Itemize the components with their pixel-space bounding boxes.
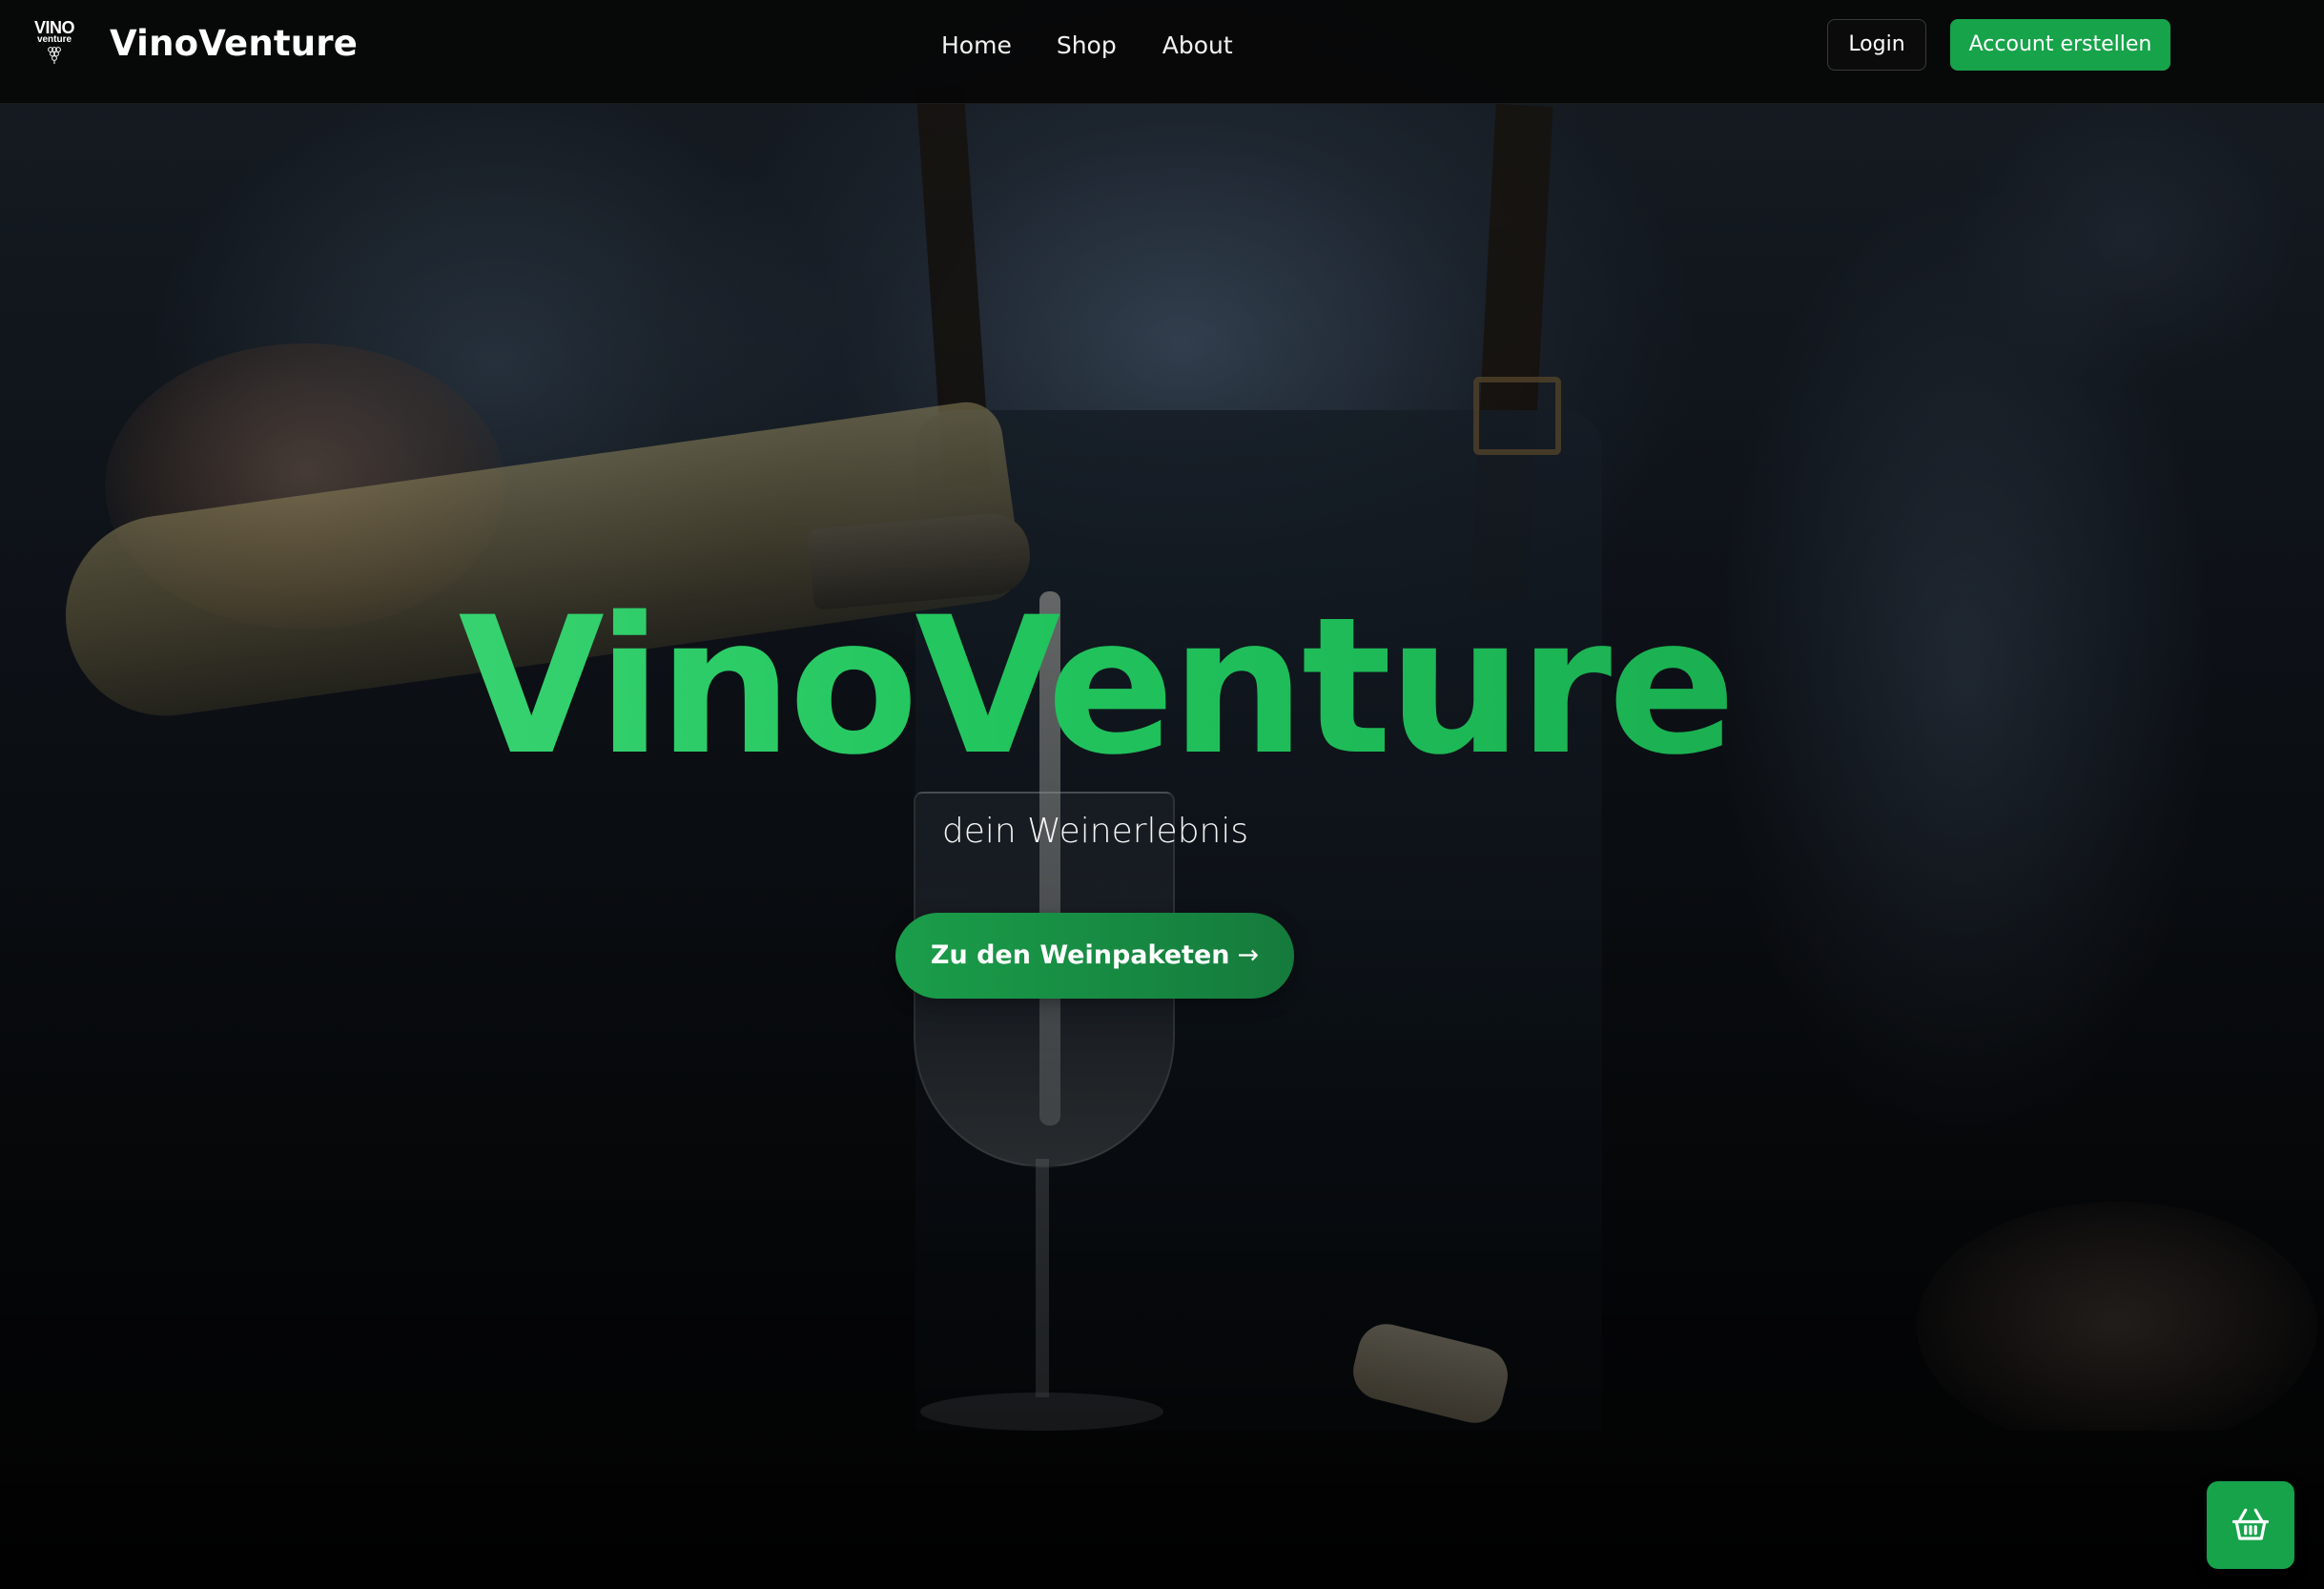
wine-packages-button[interactable]: Zu den Weinpaketen → [895,913,1294,999]
main-nav: Home Shop About [941,29,1233,63]
navbar: VINO venture VinoVenture Home Shop About… [0,0,2324,104]
brand-name[interactable]: VinoVenture [110,21,358,67]
hero-subtitle: dein Weinerlebnis [941,812,1249,851]
page: VINO venture VinoVenture Home Shop About… [0,0,2324,1589]
login-button[interactable]: Login [1827,19,1926,71]
nav-link-shop[interactable]: Shop [1057,29,1117,63]
site-logo[interactable]: VINO venture [31,19,78,72]
hero-title: VinoVenture [0,572,2190,801]
create-account-button[interactable]: Account erstellen [1950,19,2170,71]
nav-link-about[interactable]: About [1162,29,1233,63]
arrow-right-icon: → [1237,940,1260,970]
logo-text-sub: venture [36,34,72,45]
cart-button[interactable] [2207,1481,2294,1569]
shopping-basket-icon [2231,1508,2270,1540]
nav-link-home[interactable]: Home [941,29,1012,63]
grape-icon [48,47,61,64]
cta-label: Zu den Weinpaketen [930,940,1230,970]
